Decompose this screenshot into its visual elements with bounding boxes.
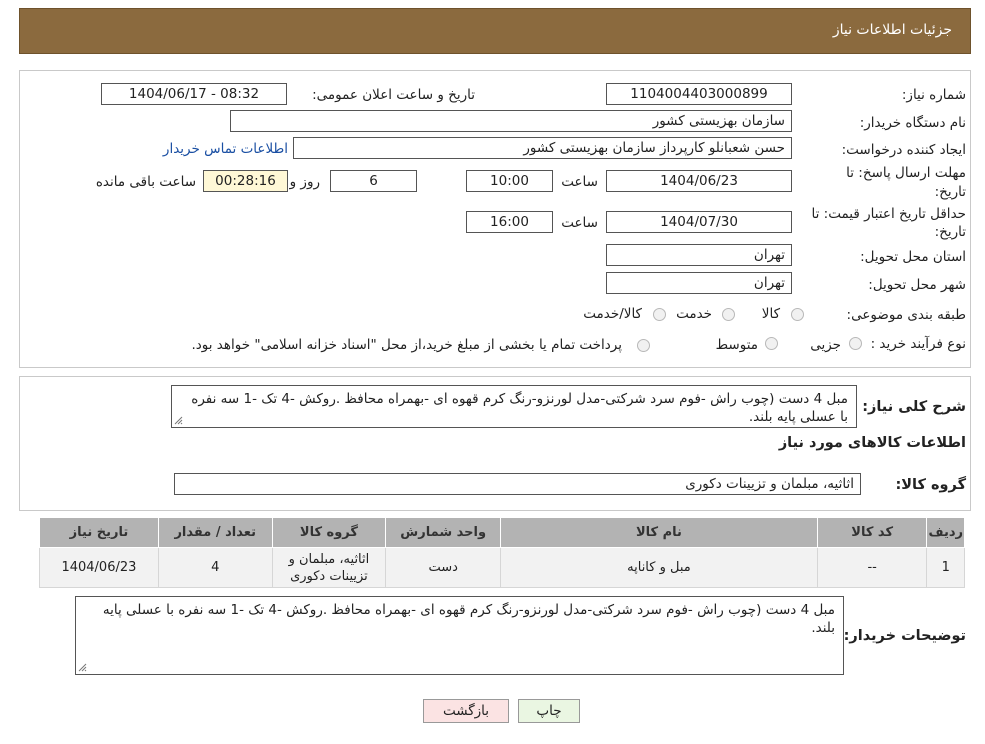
cell-quantity: 4 [157, 547, 273, 588]
col-goods-group: گروه کالا [271, 517, 387, 548]
description-label: شرح کلی نیاز: [862, 399, 966, 415]
cell-goods-code: -- [816, 547, 928, 588]
validity-time-label: ساعت [561, 215, 598, 231]
description-text: مبل 4 دست (چوب راش -فوم سرد شرکتی-مدل لو… [191, 391, 848, 425]
table-row: 1 -- مبل و کاناپه دست اثاثیه، مبلمان و ت… [39, 547, 965, 588]
category-radio-goods[interactable] [791, 308, 804, 321]
validity-label-1: حداقل تاریخ اعتبار قیمت: تا [811, 206, 966, 222]
province-field: تهران [606, 244, 792, 266]
cell-goods-name: مبل و کاناپه [500, 547, 818, 588]
cell-unit: دست [385, 547, 502, 588]
page-title: جزئیات اطلاعات نیاز [832, 22, 952, 38]
cell-need-date: 1404/06/23 [39, 547, 159, 588]
col-unit: واحد شمارش [385, 517, 502, 548]
col-row-number: ردیف [926, 517, 965, 548]
buyer-notes-text: مبل 4 دست (چوب راش -فوم سرد شرکتی-مدل لو… [102, 602, 835, 636]
process-type-label: نوع فرآیند خرید : [870, 336, 966, 352]
page-header: جزئیات اطلاعات نیاز [19, 8, 971, 54]
print-button[interactable]: چاپ [518, 699, 580, 723]
deadline-time-label: ساعت [561, 174, 598, 190]
category-option-goods: کالا [761, 306, 780, 322]
col-quantity: تعداد / مقدار [157, 517, 273, 548]
col-goods-code: کد کالا [816, 517, 928, 548]
validity-time-field: 16:00 [466, 211, 553, 233]
buyer-org-label: نام دستگاه خریدار: [859, 115, 966, 131]
goods-table: ردیف کد کالا نام کالا واحد شمارش گروه کا… [39, 517, 965, 588]
process-option-medium: متوسط [715, 337, 758, 353]
remaining-time-field: 00:28:16 [203, 170, 288, 192]
city-label: شهر محل تحویل: [868, 277, 966, 293]
col-goods-name: نام کالا [500, 517, 818, 548]
back-button[interactable]: بازگشت [423, 699, 509, 723]
deadline-time-field: 10:00 [466, 170, 553, 192]
process-radio-treasury[interactable] [637, 339, 650, 352]
need-number-label: شماره نیاز: [901, 87, 966, 103]
cell-row-number: 1 [926, 547, 965, 588]
remaining-time-label: ساعت باقی مانده [95, 174, 196, 190]
category-option-service: خدمت [676, 306, 712, 322]
days-label: روز و [289, 174, 320, 190]
city-field: تهران [606, 272, 792, 294]
buyer-notes-textarea[interactable]: مبل 4 دست (چوب راش -فوم سرد شرکتی-مدل لو… [75, 596, 844, 675]
buyer-org-field: سازمان بهزیستی کشور [230, 110, 792, 132]
announce-label: تاریخ و ساعت اعلان عمومی: [312, 87, 475, 103]
process-radio-medium[interactable] [765, 337, 778, 350]
need-number-field: 1104004403000899 [606, 83, 792, 105]
deadline-date-field: 1404/06/23 [606, 170, 792, 192]
validity-label-2: تاریخ: [934, 224, 966, 240]
col-need-date: تاریخ نیاز [39, 517, 159, 548]
validity-date-field: 1404/07/30 [606, 211, 792, 233]
buyer-notes-label: توضیحات خریدار: [843, 628, 966, 644]
goods-group-label: گروه کالا: [895, 477, 966, 493]
deadline-label-1: مهلت ارسال پاسخ: تا [846, 165, 966, 181]
description-textarea[interactable]: مبل 4 دست (چوب راش -فوم سرد شرکتی-مدل لو… [171, 385, 857, 428]
category-radio-goods-service[interactable] [653, 308, 666, 321]
category-label: طبقه بندی موضوعی: [846, 307, 966, 323]
province-label: استان محل تحویل: [860, 249, 966, 265]
goods-group-field: اثاثیه، مبلمان و تزیینات دکوری [174, 473, 861, 495]
category-option-goods-service: کالا/خدمت [583, 306, 642, 322]
buyer-contact-link[interactable]: اطلاعات تماس خریدار [163, 141, 288, 157]
cell-goods-group: اثاثیه، مبلمان و تزیینات دکوری [271, 547, 387, 588]
resize-grip-icon[interactable] [174, 416, 183, 425]
category-radio-service[interactable] [722, 308, 735, 321]
announce-datetime-field: 1404/06/17 - 08:32 [101, 83, 287, 105]
process-note: پرداخت تمام یا بخشی از مبلغ خرید،از محل … [191, 337, 622, 353]
deadline-label-2: تاریخ: [934, 184, 966, 200]
resize-grip-icon[interactable] [78, 663, 87, 672]
creator-field: حسن شعبانلو کارپرداز سازمان بهزیستی کشور [293, 137, 792, 159]
days-remaining-field: 6 [330, 170, 417, 192]
goods-section-title: اطلاعات کالاهای مورد نیاز [778, 435, 966, 451]
process-radio-minor[interactable] [849, 337, 862, 350]
creator-label: ایجاد کننده درخواست: [841, 142, 966, 158]
process-option-minor: جزیی [810, 337, 841, 353]
table-header-row: ردیف کد کالا نام کالا واحد شمارش گروه کا… [39, 517, 965, 548]
